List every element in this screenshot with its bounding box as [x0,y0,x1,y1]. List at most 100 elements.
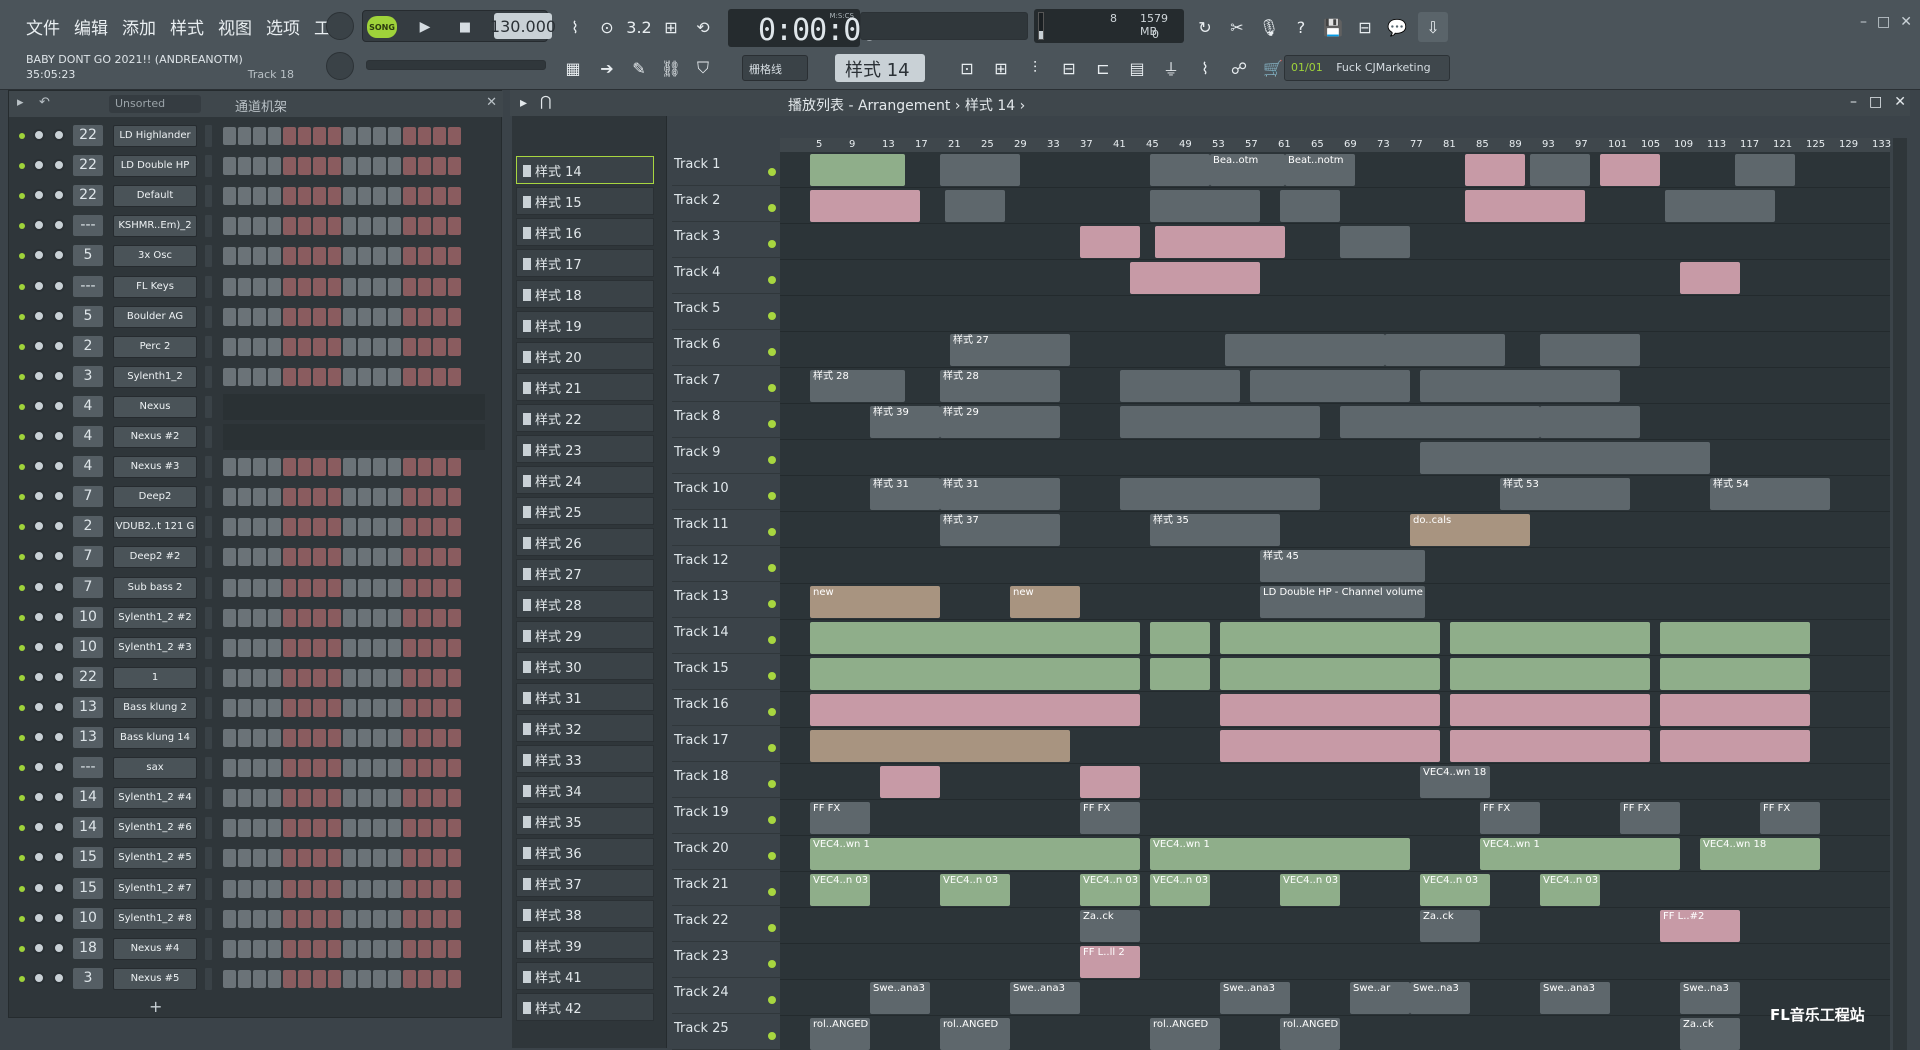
volume-knob[interactable] [53,520,65,533]
track-mute-led[interactable] [768,852,776,860]
step-button[interactable] [403,819,416,838]
volume-knob[interactable] [53,821,65,834]
step-button[interactable] [343,939,356,958]
step-button[interactable] [223,307,236,326]
channel-name-button[interactable]: Nexus #2 [113,426,197,448]
step-button[interactable] [268,849,281,868]
pattern-item[interactable]: 样式 33 [516,745,654,773]
step-button[interactable] [448,969,461,988]
step-button[interactable] [388,548,401,567]
channel-led[interactable] [19,193,25,200]
channel-row[interactable]: 5 3x Osc [9,241,489,271]
playlist-clip[interactable] [1660,622,1810,654]
playlist-clip[interactable]: 样式 31 [870,478,940,510]
pattern-item[interactable]: 样式 23 [516,435,654,463]
step-button[interactable] [448,759,461,778]
channel-select[interactable] [205,606,212,629]
step-button[interactable] [283,909,296,928]
channel-row[interactable]: --- sax [9,753,489,783]
step-button[interactable] [403,458,416,477]
volume-knob[interactable] [53,941,65,954]
step-button[interactable] [223,819,236,838]
playlist-clip[interactable] [1150,658,1210,690]
track-mute-led[interactable] [768,816,776,824]
step-button[interactable] [373,759,386,778]
step-button[interactable] [268,759,281,778]
track-header[interactable]: Track 10 [672,474,780,510]
pattern-item[interactable]: 样式 31 [516,683,654,711]
playlist-clip[interactable]: FF FX [1760,802,1820,834]
step-button[interactable] [253,367,266,386]
volume-knob[interactable] [53,731,65,743]
step-button[interactable] [223,277,236,296]
playlist-clip[interactable]: VEC4..n 03 [1280,874,1340,906]
step-button[interactable] [373,217,386,236]
step-button[interactable] [328,367,341,386]
pattern-item[interactable]: 样式 28 [516,590,654,618]
playlist-clip[interactable] [1225,334,1385,366]
step-button[interactable] [388,969,401,988]
step-button[interactable] [388,127,401,145]
step-button[interactable] [268,277,281,296]
step-button[interactable] [358,187,371,206]
mixer-track-number[interactable]: 4 [73,395,103,417]
step-button[interactable] [388,337,401,356]
step-button[interactable] [253,458,266,477]
playlist-clip[interactable]: FF L..ll 2 [1080,946,1140,978]
step-button[interactable] [313,518,326,537]
step-button[interactable] [433,458,446,477]
step-button[interactable] [268,307,281,326]
step-button[interactable] [403,578,416,597]
volume-knob[interactable] [53,610,65,623]
step-button[interactable] [313,638,326,657]
step-button[interactable] [313,729,326,747]
step-button[interactable] [403,969,416,988]
step-button[interactable] [238,849,251,868]
step-button[interactable] [283,127,296,145]
step-button[interactable] [223,909,236,928]
pattern-item[interactable]: 样式 14 [516,156,654,184]
step-button[interactable] [268,608,281,627]
channel-select[interactable] [205,245,212,268]
step-button[interactable] [388,458,401,477]
channel-name-button[interactable]: Deep2 #2 [113,546,197,569]
step-button[interactable] [253,578,266,597]
step-button[interactable] [223,548,236,567]
step-button[interactable] [238,638,251,657]
step-button[interactable] [283,638,296,657]
snap-select[interactable]: 栅格线 [742,55,808,81]
channel-select[interactable] [205,666,212,689]
channel-row[interactable]: 7 Deep2 [9,482,489,512]
playlist-clip[interactable]: rol..ANGED [810,1018,870,1050]
mixer-track-number[interactable]: --- [73,757,103,779]
step-button[interactable] [268,187,281,206]
playlist-clip[interactable]: VEC4..wn 18 [1700,838,1820,870]
step-button[interactable] [253,127,266,145]
step-button[interactable] [388,849,401,868]
playlist-clip[interactable] [1420,370,1620,402]
step-button[interactable] [448,819,461,838]
link-icon[interactable]: ⛓ [656,53,686,83]
playlist-close-icon[interactable]: ✕ [1894,94,1906,110]
step-button[interactable] [433,187,446,206]
channel-row[interactable]: 4 Nexus #2 [9,422,489,452]
step-button[interactable] [373,729,386,747]
channel-select[interactable] [205,275,212,298]
step-button[interactable] [358,879,371,898]
playlist-clip[interactable] [1150,154,1210,186]
step-button[interactable] [403,698,416,717]
tempo-display[interactable]: 130.000 [490,13,556,39]
wait-input-icon[interactable]: ⊙ [592,12,622,42]
step-button[interactable] [448,307,461,326]
playlist-clip[interactable] [1080,766,1140,798]
playlist-clip[interactable] [1420,442,1710,474]
channel-select[interactable] [205,125,212,147]
track-header[interactable]: Track 5 [672,294,780,330]
stamp-icon[interactable]: ⛉ [688,53,718,83]
step-button[interactable] [238,969,251,988]
playlist-clip[interactable]: VEC4..n 03 [810,874,870,906]
step-button[interactable] [223,668,236,687]
volume-knob[interactable] [53,550,65,563]
track-header[interactable]: Track 25 [672,1014,780,1050]
channel-select[interactable] [205,696,212,719]
